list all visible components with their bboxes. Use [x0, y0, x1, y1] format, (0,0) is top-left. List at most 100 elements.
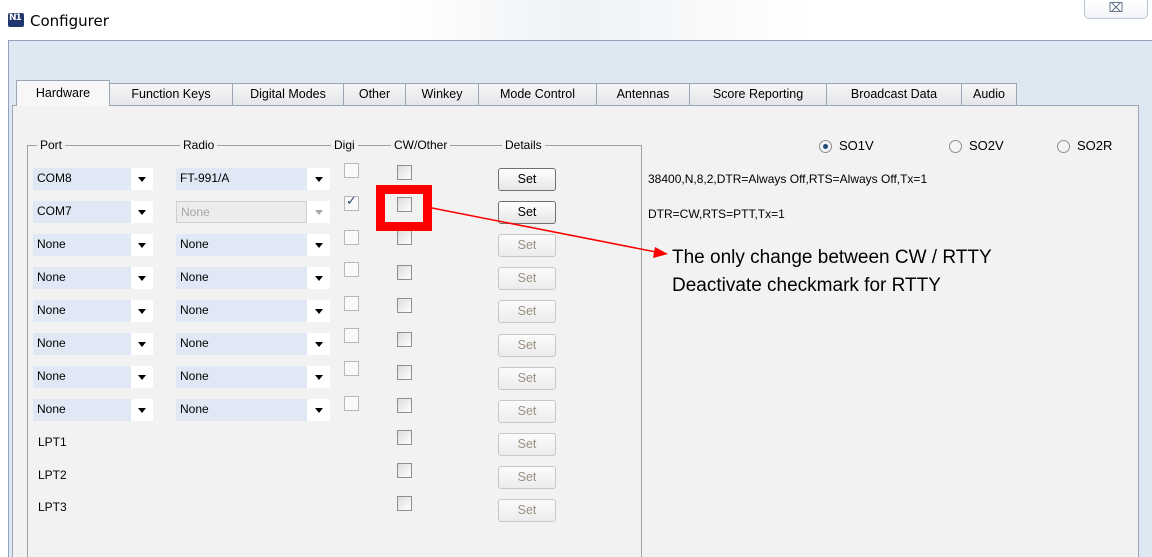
close-icon: ⌧ — [1108, 1, 1124, 16]
cw-other-checkbox[interactable] — [397, 298, 412, 313]
digi-checkbox[interactable] — [344, 328, 359, 343]
tab-function-keys[interactable]: Function Keys — [109, 83, 233, 105]
set-button[interactable]: Set — [498, 433, 556, 456]
annotation-text: The only change between CW / RTTY Deacti… — [672, 244, 992, 300]
port-select[interactable]: None — [33, 300, 153, 322]
digi-checkbox[interactable] — [344, 361, 359, 376]
tab-winkey[interactable]: Winkey — [405, 83, 479, 105]
port-select[interactable]: COM7 — [33, 201, 153, 223]
tab-score-reporting[interactable]: Score Reporting — [689, 83, 827, 105]
radio-select[interactable]: None — [176, 201, 330, 223]
chevron-down-icon[interactable] — [308, 399, 330, 421]
port-select[interactable]: None — [33, 333, 153, 355]
lpt-label: LPT3 — [38, 500, 67, 514]
radio-select[interactable]: None — [176, 267, 330, 289]
set-button[interactable]: Set — [498, 367, 556, 390]
radio-select[interactable]: None — [176, 333, 330, 355]
chevron-down-icon[interactable] — [131, 366, 153, 388]
chevron-down-icon[interactable] — [308, 300, 330, 322]
port-select-value: None — [33, 300, 131, 322]
tab-hardware[interactable]: Hardware — [16, 80, 110, 106]
tab-other[interactable]: Other — [343, 83, 406, 105]
radio-select-value: None — [176, 333, 307, 355]
chevron-down-icon[interactable] — [131, 234, 153, 256]
digi-checkbox[interactable] — [344, 262, 359, 277]
radio-header: Radio — [180, 138, 218, 152]
close-button[interactable]: ⌧ — [1084, 0, 1148, 19]
lpt-label: LPT2 — [38, 468, 67, 482]
cw-other-checkbox[interactable] — [397, 165, 412, 180]
set-button[interactable]: Set — [498, 201, 556, 224]
radio-label-so1v[interactable]: SO1V — [839, 138, 874, 153]
set-button[interactable]: Set — [498, 400, 556, 423]
digi-checkbox[interactable] — [344, 296, 359, 311]
chevron-down-icon[interactable] — [131, 399, 153, 421]
chevron-down-icon[interactable] — [131, 267, 153, 289]
cw-other-checkbox[interactable] — [397, 496, 412, 511]
cw-other-header: CW/Other — [391, 138, 451, 152]
radio-so1v[interactable] — [819, 140, 832, 153]
set-button[interactable]: Set — [498, 466, 556, 489]
radio-select-value: None — [176, 366, 307, 388]
cw-other-checkbox[interactable] — [397, 398, 412, 413]
chevron-down-icon[interactable] — [131, 201, 153, 223]
chevron-down-icon[interactable] — [308, 168, 330, 190]
radio-select[interactable]: None — [176, 366, 330, 388]
cw-other-checkbox[interactable] — [397, 430, 412, 445]
set-button[interactable]: Set — [498, 168, 556, 191]
cw-other-checkbox[interactable] — [397, 230, 412, 245]
radio-select[interactable]: None — [176, 234, 330, 256]
radio-select-value: None — [176, 234, 307, 256]
port-select[interactable]: None — [33, 234, 153, 256]
port-select[interactable]: None — [33, 366, 153, 388]
cw-other-checkbox[interactable] — [397, 365, 412, 380]
app-logo-icon: N1 — [8, 13, 24, 27]
chevron-down-icon[interactable] — [131, 333, 153, 355]
cw-other-checkbox[interactable] — [397, 463, 412, 478]
details-text-2: DTR=CW,RTS=PTT,Tx=1 — [648, 207, 785, 221]
digi-checkbox[interactable] — [344, 230, 359, 245]
radio-select-value: None — [176, 201, 307, 223]
radio-so2v[interactable] — [949, 140, 962, 153]
cw-other-checkbox[interactable] — [397, 332, 412, 347]
chevron-down-icon[interactable] — [308, 201, 330, 223]
tab-broadcast-data[interactable]: Broadcast Data — [826, 83, 962, 105]
chevron-down-icon[interactable] — [308, 234, 330, 256]
port-select-value: None — [33, 399, 131, 421]
tab-mode-control[interactable]: Mode Control — [478, 83, 597, 105]
set-button[interactable]: Set — [498, 234, 556, 257]
set-button[interactable]: Set — [498, 499, 556, 522]
tab-digital-modes[interactable]: Digital Modes — [232, 83, 344, 105]
chevron-down-icon[interactable] — [131, 168, 153, 190]
radio-select[interactable]: None — [176, 300, 330, 322]
radio-label-so2r[interactable]: SO2R — [1077, 138, 1112, 153]
radio-select[interactable]: FT-991/A — [176, 168, 330, 190]
port-select-value: COM7 — [33, 201, 131, 223]
chevron-down-icon[interactable] — [308, 267, 330, 289]
radio-label-so2v[interactable]: SO2V — [969, 138, 1004, 153]
port-select-value: COM8 — [33, 168, 131, 190]
chevron-down-icon[interactable] — [308, 333, 330, 355]
chevron-down-icon[interactable] — [308, 366, 330, 388]
radio-so2r[interactable] — [1057, 140, 1070, 153]
port-select[interactable]: COM8 — [33, 168, 153, 190]
tab-audio[interactable]: Audio — [961, 83, 1017, 105]
highlight-box — [376, 185, 432, 231]
port-select-value: None — [33, 366, 131, 388]
digi-checkbox[interactable] — [344, 163, 359, 178]
digi-checkbox[interactable] — [344, 194, 359, 211]
radio-select[interactable]: None — [176, 399, 330, 421]
port-header: Port — [37, 138, 66, 152]
port-select-value: None — [33, 267, 131, 289]
cw-other-checkbox[interactable] — [397, 265, 412, 280]
digi-checkbox[interactable] — [344, 396, 359, 411]
port-select[interactable]: None — [33, 399, 153, 421]
set-button[interactable]: Set — [498, 267, 556, 290]
set-button[interactable]: Set — [498, 334, 556, 357]
port-select[interactable]: None — [33, 267, 153, 289]
chevron-down-icon[interactable] — [131, 300, 153, 322]
annotation-line-2: Deactivate checkmark for RTTY — [672, 275, 941, 296]
radio-select-value: None — [176, 267, 307, 289]
set-button[interactable]: Set — [498, 300, 556, 323]
tab-antennas[interactable]: Antennas — [596, 83, 690, 105]
